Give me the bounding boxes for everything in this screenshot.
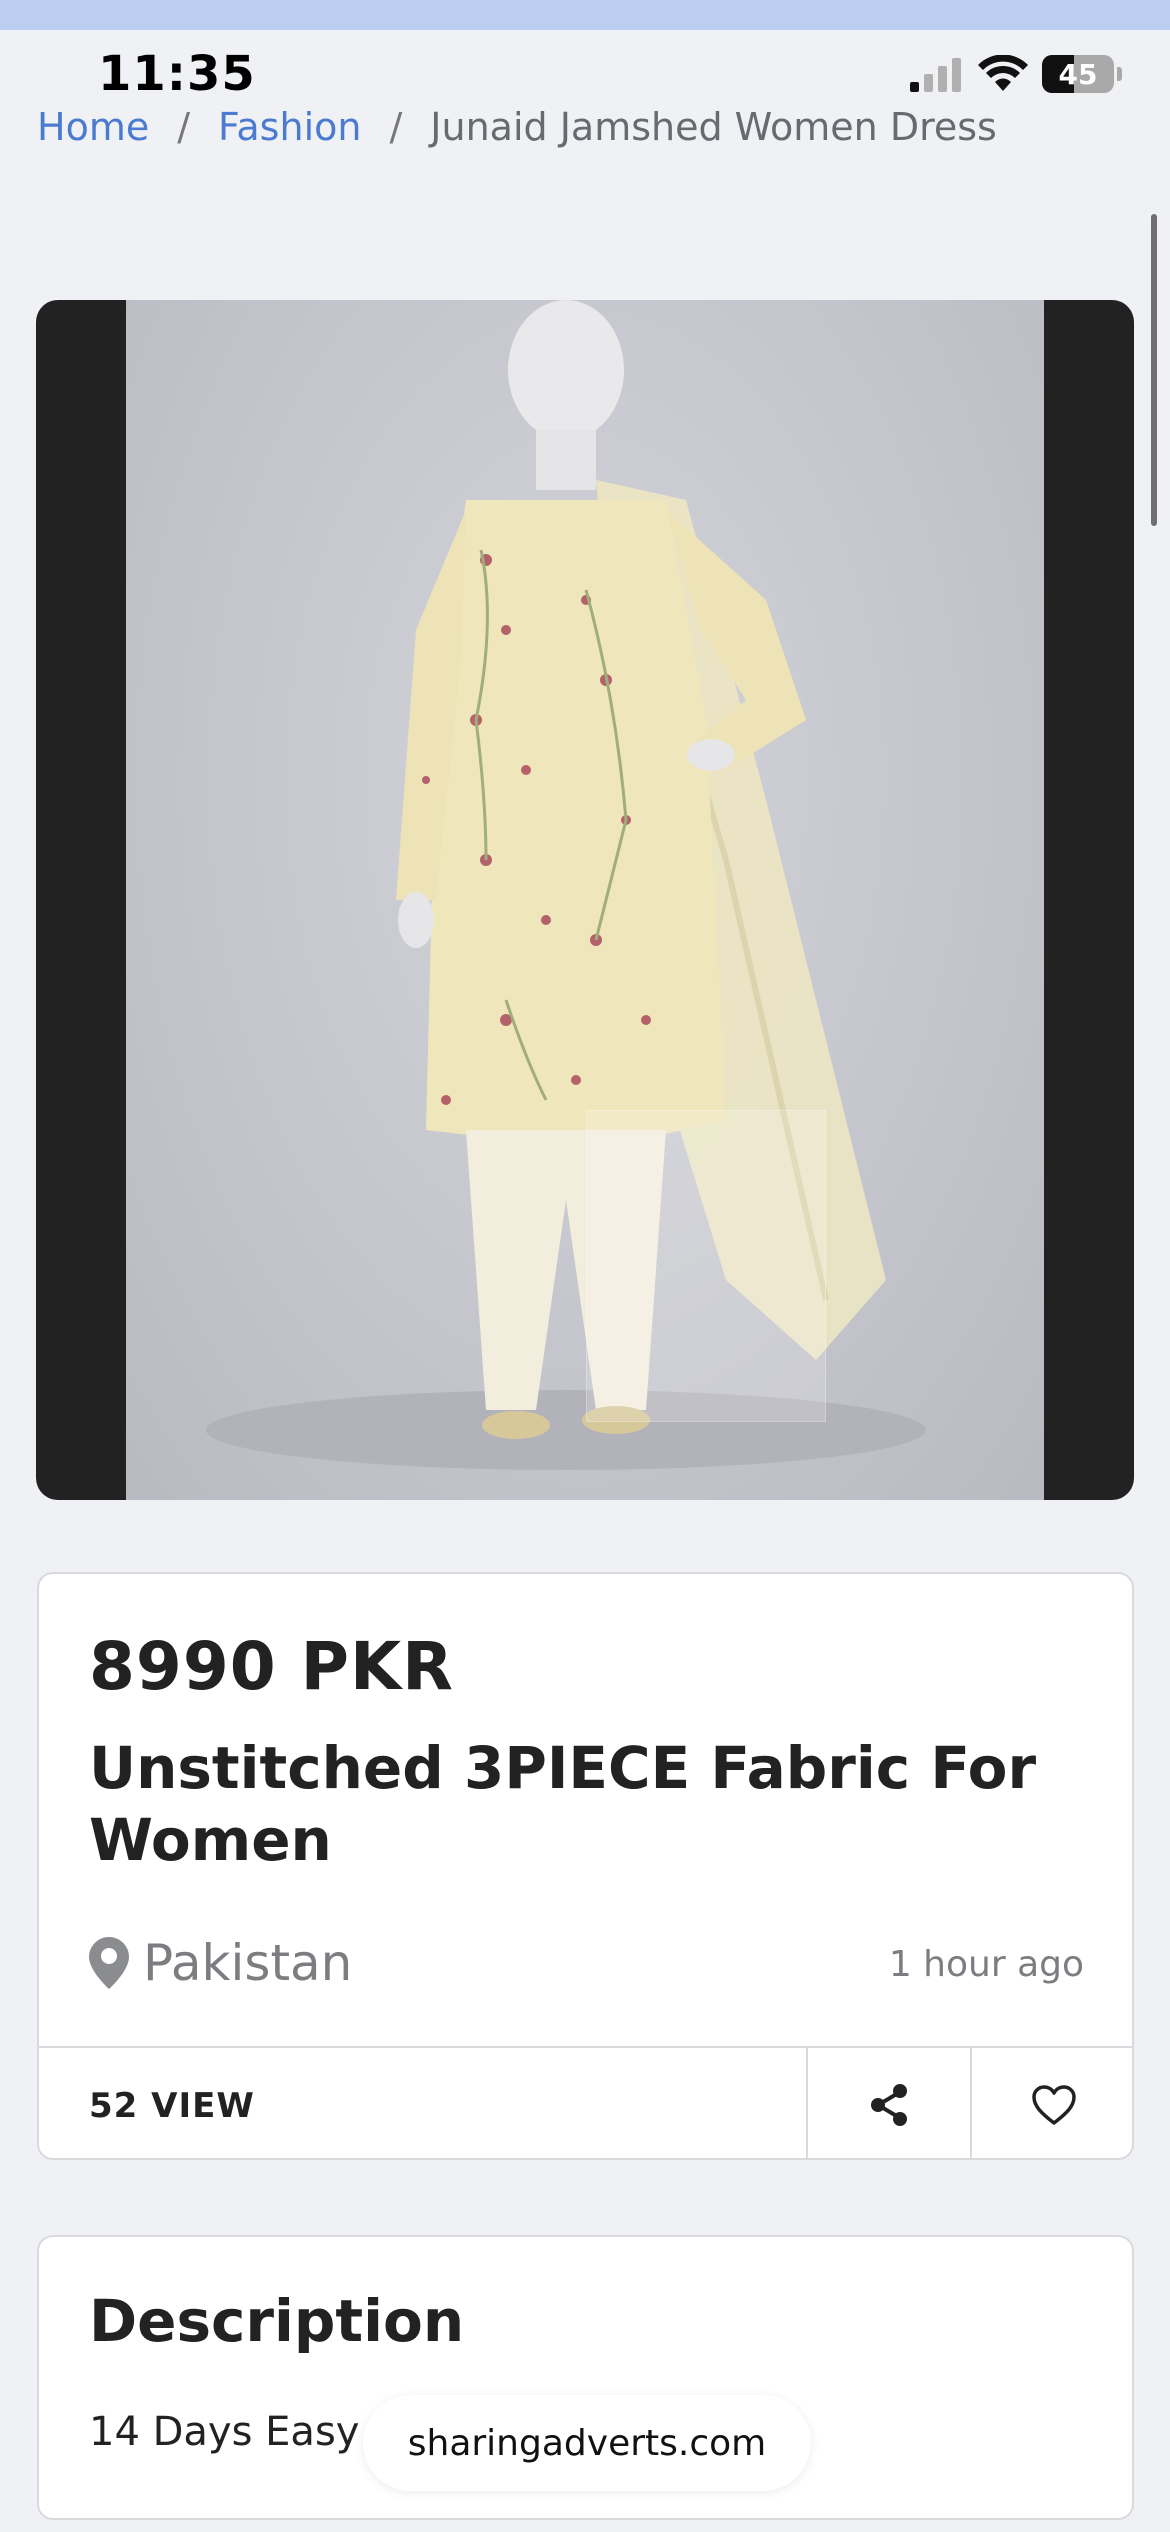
breadcrumb: Home / Fashion / Junaid Jamshed Women Dr… [37,105,997,149]
site-domain-pill[interactable]: sharingadverts.com [363,2395,811,2491]
view-count: 52 VIEW [89,2086,255,2126]
share-icon [871,2084,907,2126]
page-scrollbar[interactable] [1151,214,1157,526]
wifi-icon [978,55,1028,91]
battery-percent: 45 [1058,57,1098,91]
image-thumbnail[interactable] [586,1110,826,1422]
listing-location: Pakistan [89,1934,352,1992]
location-pin-icon [89,1937,129,1989]
share-button[interactable] [806,2048,970,2158]
status-icons: 45 [910,52,1122,96]
breadcrumb-separator: / [177,105,191,149]
posted-time: 1 hour ago [888,1944,1084,1985]
cellular-signal-icon [910,58,961,92]
dress-mannequin-illustration [206,300,926,1470]
product-image-gallery[interactable] [36,300,1134,1500]
heart-icon [1032,2085,1076,2125]
product-photo[interactable] [126,300,1044,1500]
status-time: 11:35 [98,46,256,102]
breadcrumb-fashion-link[interactable]: Fashion [218,105,361,149]
site-domain-label: sharingadverts.com [407,2422,767,2464]
listing-price: 8990 PKR [89,1628,455,1705]
location-label: Pakistan [143,1934,353,1992]
listing-title: Unstitched 3PIECE Fabric For Women [89,1734,1037,1874]
breadcrumb-current-page: Junaid Jamshed Women Dress [430,105,997,149]
listing-actions-bar: 52 VIEW [39,2046,1132,2158]
listing-summary-card: 8990 PKR Unstitched 3PIECE Fabric For Wo… [37,1572,1134,2160]
favorite-button[interactable] [970,2048,1132,2158]
browser-top-accent [0,0,1170,30]
description-heading: Description [89,2287,465,2355]
breadcrumb-home-link[interactable]: Home [37,105,149,149]
battery-icon: 45 [1042,55,1122,93]
breadcrumb-separator: / [389,105,403,149]
